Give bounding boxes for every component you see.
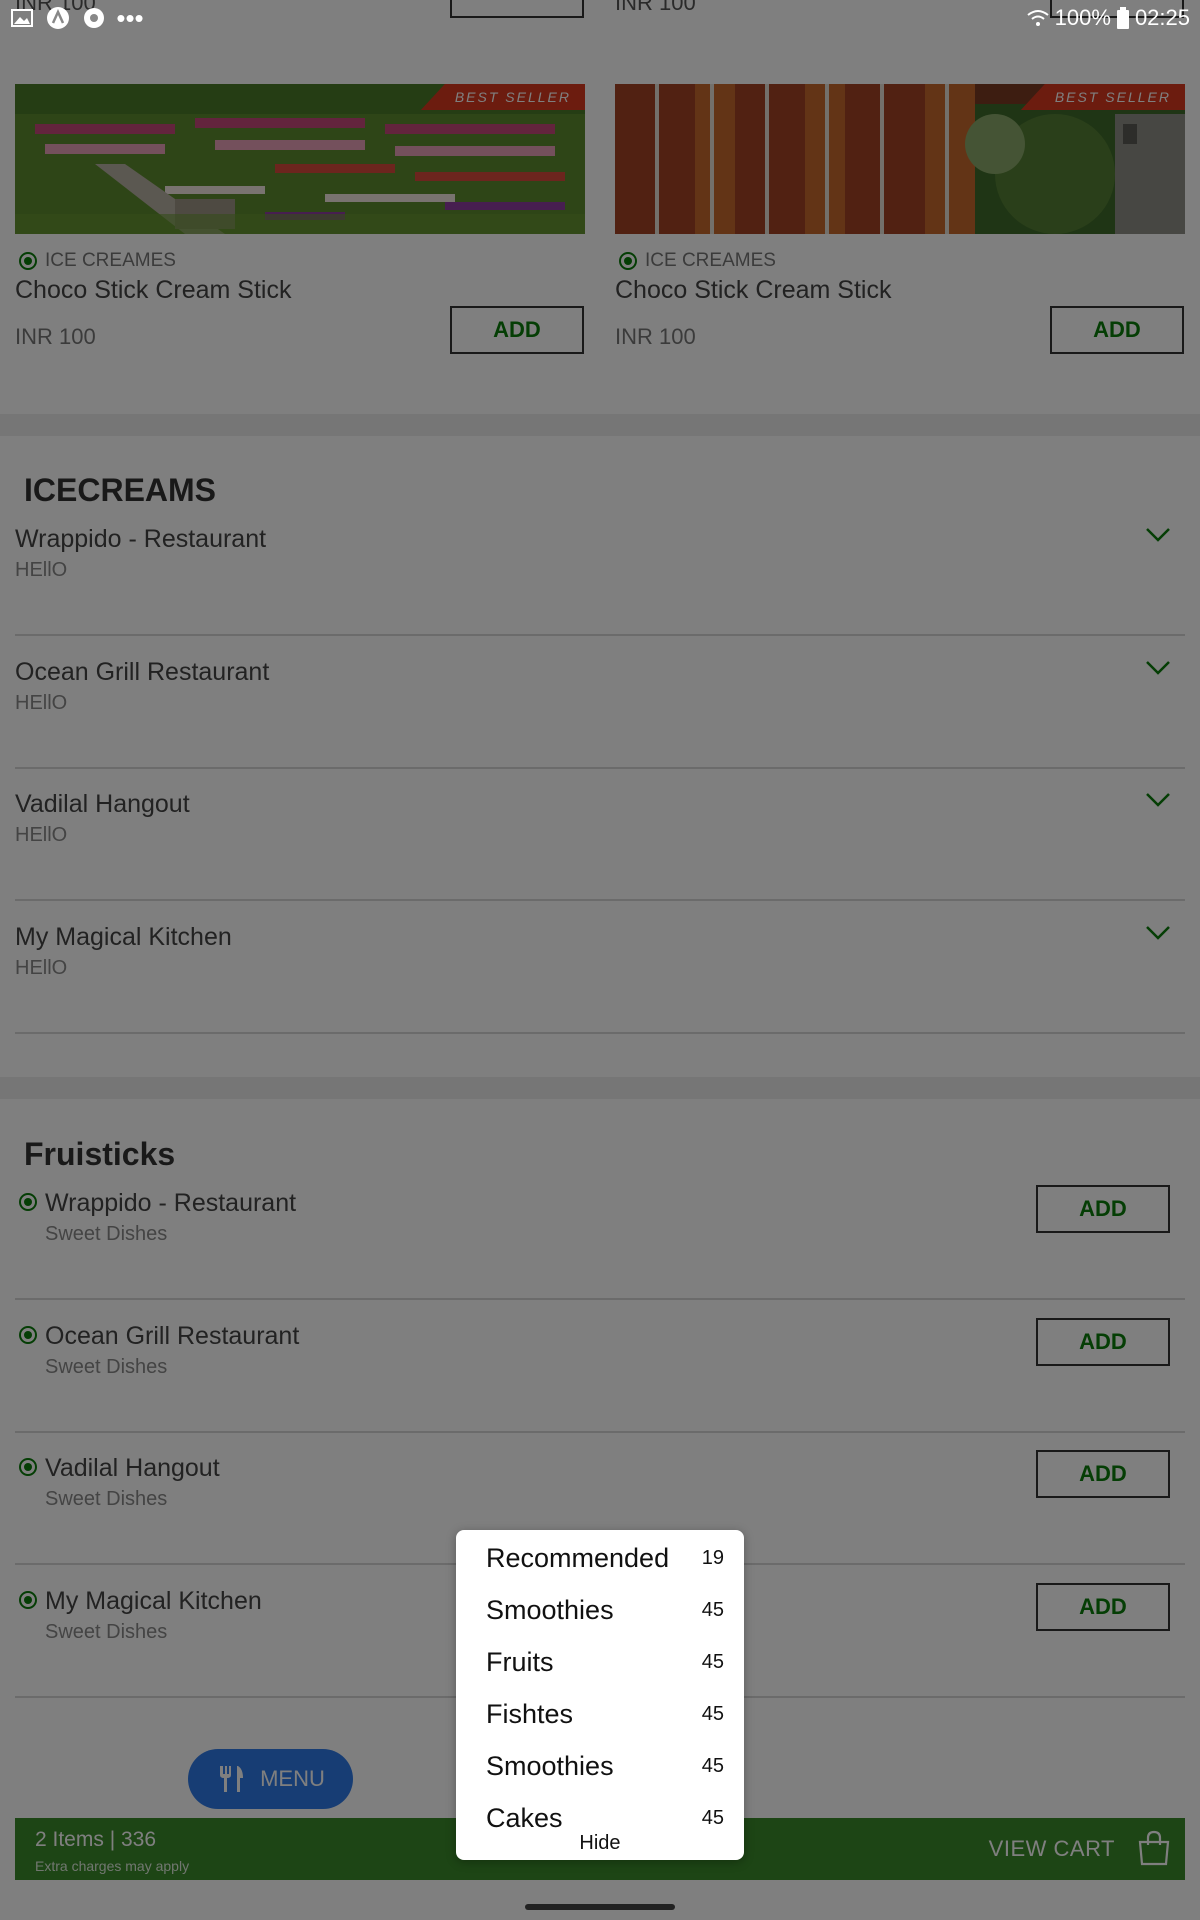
wifi-icon bbox=[1027, 10, 1049, 26]
category-label: Smoothies bbox=[486, 1594, 614, 1625]
category-item[interactable]: Fishtes 45 bbox=[486, 1692, 724, 1736]
category-item[interactable]: Smoothies 45 bbox=[486, 1744, 724, 1788]
category-label: Fruits bbox=[486, 1646, 554, 1677]
category-count: 45 bbox=[701, 1650, 724, 1673]
category-item[interactable]: Smoothies 45 bbox=[486, 1588, 724, 1632]
app-a-icon bbox=[46, 6, 70, 30]
category-count: 45 bbox=[701, 1754, 724, 1777]
clock-time: 02:25 bbox=[1134, 5, 1190, 30]
settings-gear-icon bbox=[82, 6, 106, 30]
battery-icon bbox=[1116, 7, 1129, 29]
category-item[interactable]: Fruits 45 bbox=[486, 1640, 724, 1684]
category-count: 45 bbox=[701, 1598, 724, 1621]
category-label: Recommended bbox=[486, 1542, 670, 1573]
home-indicator[interactable] bbox=[525, 1904, 675, 1910]
category-count: 45 bbox=[701, 1702, 724, 1725]
category-count: 45 bbox=[701, 1806, 724, 1829]
category-count: 19 bbox=[701, 1546, 724, 1569]
menu-category-popup: Recommended 19 Smoothies 45 Fruits 45 Fi… bbox=[456, 1530, 744, 1860]
restaurant-menu-screen: INR 100 ADD INR 100 ADD BEST S bbox=[0, 0, 1200, 1920]
hide-button[interactable]: Hide bbox=[456, 1832, 744, 1855]
category-item[interactable]: Recommended 19 bbox=[486, 1536, 724, 1580]
gallery-icon bbox=[10, 6, 34, 30]
status-bar: ••• 100% 02:25 bbox=[0, 0, 1200, 36]
category-label: Cakes bbox=[486, 1802, 563, 1833]
battery-percent: 100% bbox=[1054, 5, 1111, 30]
more-dots-icon: ••• bbox=[116, 3, 144, 33]
category-label: Fishtes bbox=[486, 1698, 574, 1729]
category-label: Smoothies bbox=[486, 1750, 614, 1781]
